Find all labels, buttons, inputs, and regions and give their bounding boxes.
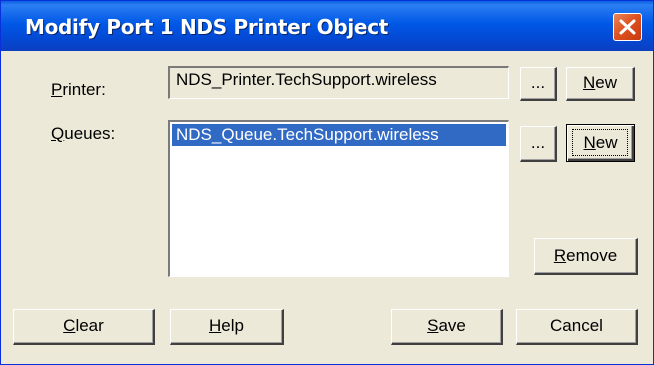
clear-button[interactable]: Clear — [13, 309, 155, 345]
remove-button[interactable]: Remove — [534, 238, 638, 275]
focus-rectangle — [572, 129, 628, 156]
queues-new-button[interactable]: New — [566, 124, 635, 162]
printer-new-button[interactable]: New — [566, 67, 635, 101]
printer-label: Printer: — [51, 80, 106, 99]
dialog-window: Modify Port 1 NDS Printer Object Printer… — [0, 0, 654, 365]
help-button[interactable]: Help — [170, 309, 284, 345]
close-icon — [619, 19, 636, 35]
close-button[interactable] — [613, 13, 642, 41]
cancel-button[interactable]: Cancel — [516, 309, 638, 345]
queues-browse-button[interactable]: ... — [520, 126, 557, 162]
queues-label: Queues: — [51, 124, 116, 143]
title-bar[interactable]: Modify Port 1 NDS Printer Object — [1, 1, 653, 51]
list-item[interactable]: NDS_Queue.TechSupport.wireless — [172, 124, 506, 146]
save-button[interactable]: Save — [391, 309, 503, 345]
window-title: Modify Port 1 NDS Printer Object — [25, 15, 389, 39]
printer-field[interactable]: NDS_Printer.TechSupport.wireless — [168, 66, 509, 99]
printer-browse-button[interactable]: ... — [520, 67, 557, 101]
dialog-body: Printer: NDS_Printer.TechSupport.wireles… — [1, 51, 653, 364]
queues-listbox[interactable]: NDS_Queue.TechSupport.wireless — [168, 120, 509, 277]
